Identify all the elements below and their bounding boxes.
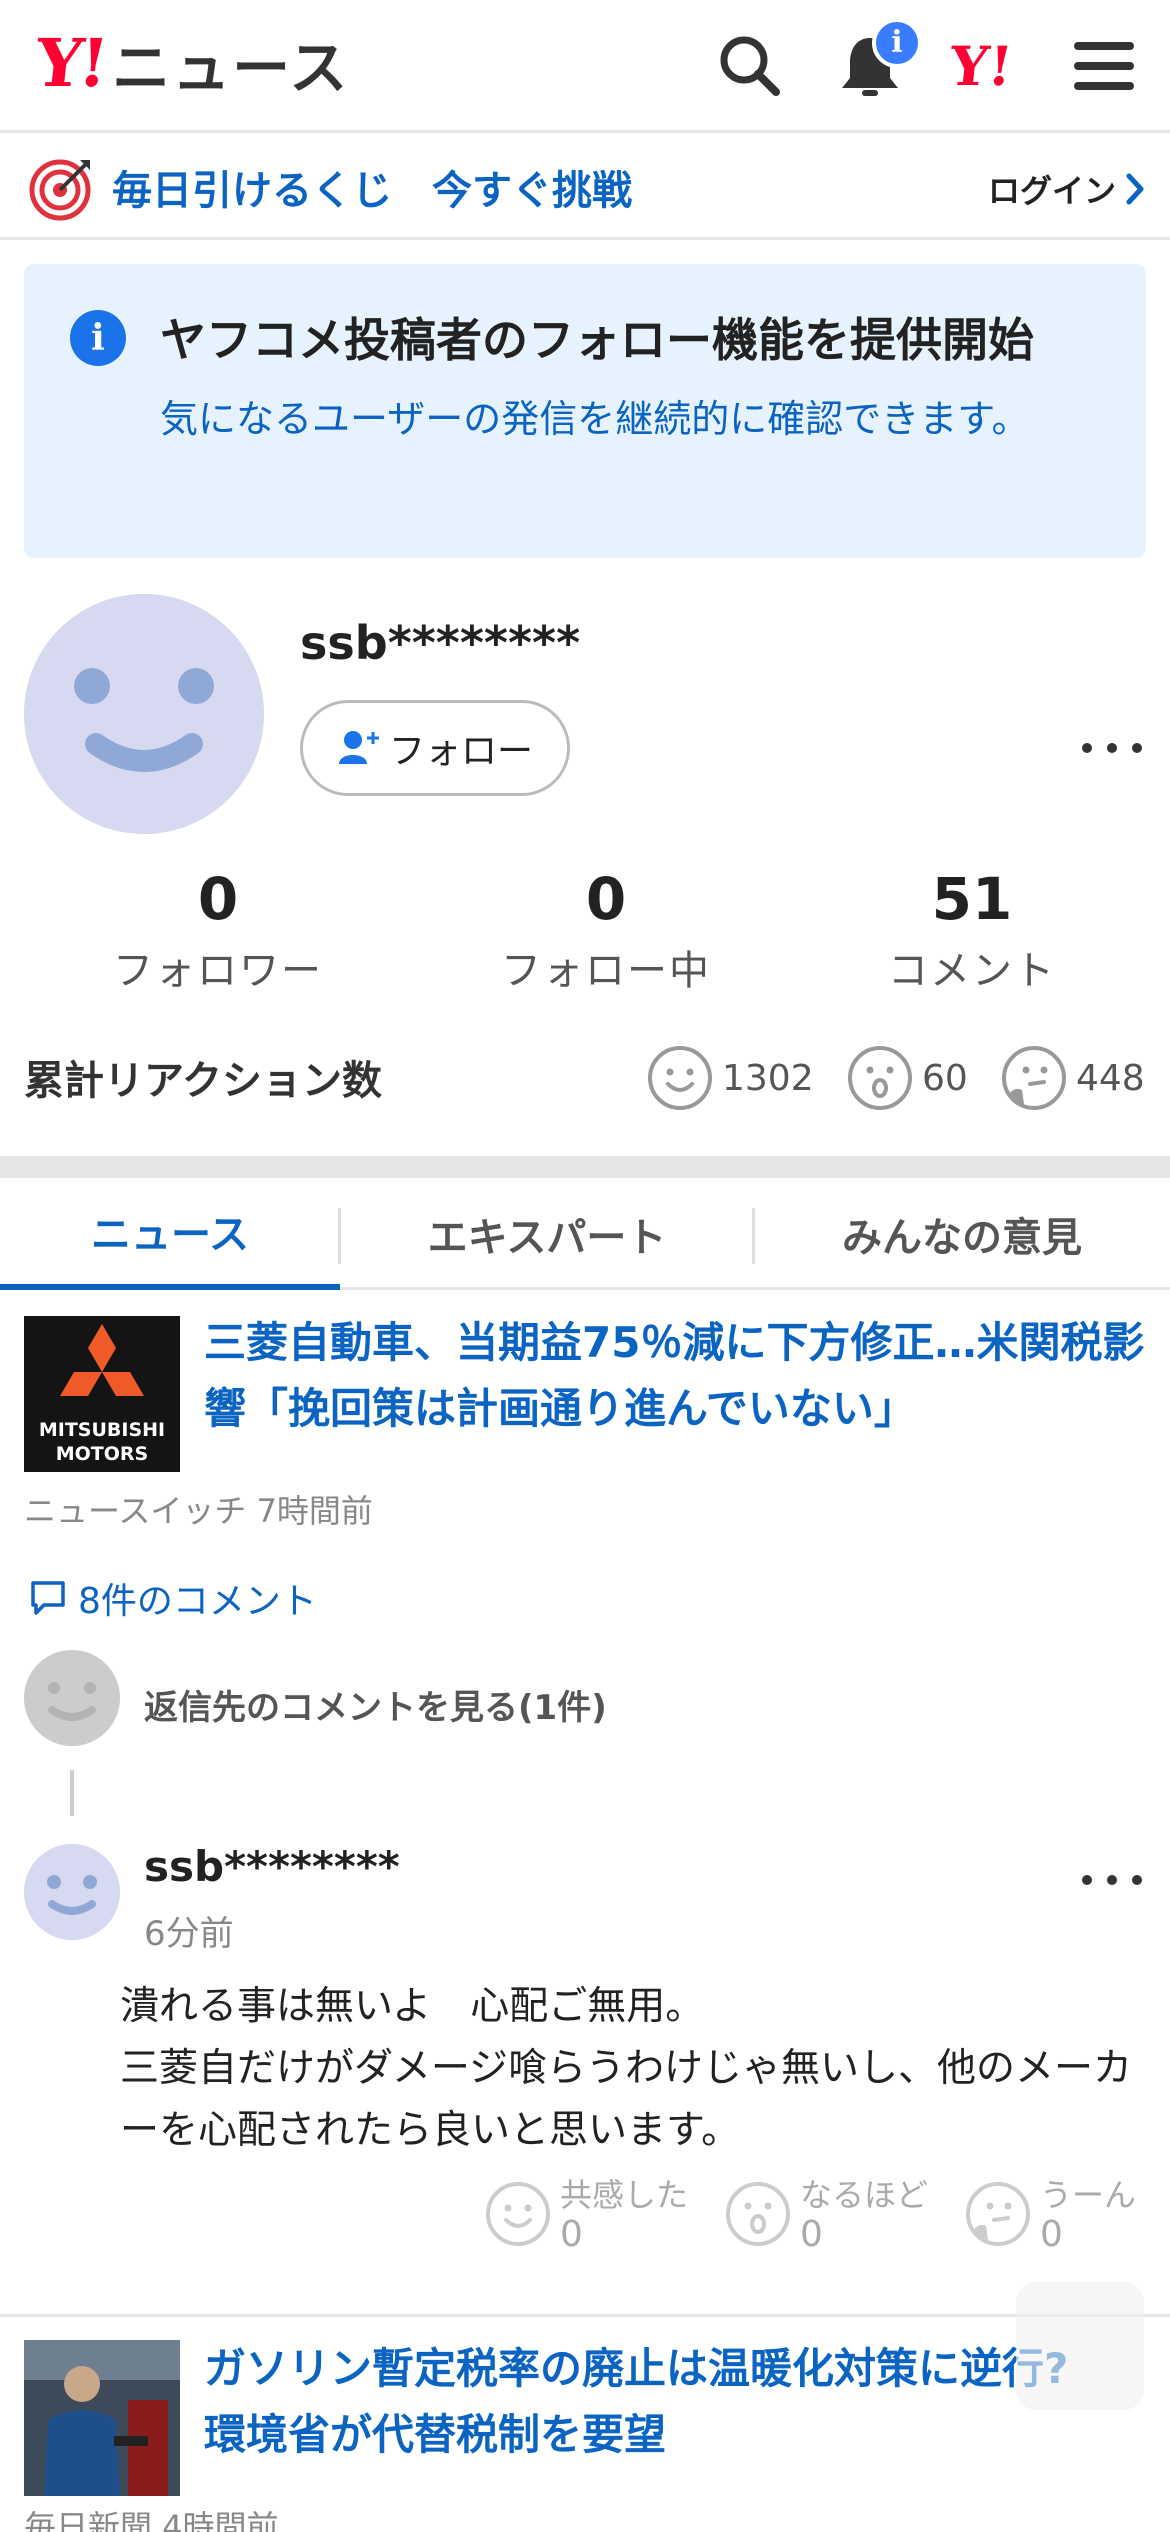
thumb-text-line2: MOTORS [55, 1443, 149, 1465]
promo-text[interactable]: 毎日引けるくじ 今すぐ挑戦 [112, 158, 632, 216]
smile-icon [486, 2182, 550, 2246]
empathize-label: 共感した [560, 2176, 689, 2214]
comment-username[interactable]: ssb******** [144, 1842, 400, 1891]
hmm-count: 0 [1040, 2214, 1063, 2255]
comment-body: 潰れる事は無いよ 心配ご無用。 三菱自だけがダメージ喰らうわけじゃ無いし、他のメ… [120, 1976, 1150, 2162]
comments-count: 51 [931, 865, 1013, 933]
thinking-icon [966, 2182, 1030, 2246]
login-label: ログイン [987, 172, 1116, 210]
reaction-surprised-total: 60 [846, 1044, 968, 1112]
comment-avatar [24, 1844, 120, 1940]
follow-button[interactable]: フォロー [300, 700, 570, 796]
section-divider [0, 1156, 1170, 1178]
comments-link-label: 8件のコメント [78, 1581, 317, 1622]
comments-label: コメント [888, 948, 1056, 994]
following-count: 0 [585, 865, 627, 933]
notice-title: ヤフコメ投稿者のフォロー機能を提供開始 [160, 313, 1034, 367]
comment-body-line2: 三菱自だけがダメージ喰らうわけじゃ無いし、他のメーカーを心配されたら良いと思いま… [120, 2046, 1133, 2153]
tab-expert[interactable]: エキスパート [340, 1178, 754, 1290]
reaction-smile-total: 1302 [646, 1044, 814, 1112]
article-thumbnail[interactable]: MITSUBISHI MOTORS [24, 1316, 180, 1472]
follow-label: フォロー [388, 731, 533, 772]
article-meta: ニュースイッチ 7時間前 [24, 1492, 373, 1530]
followers-count: 0 [197, 865, 239, 933]
followers-stat[interactable]: 0 フォロワー [68, 864, 368, 996]
empathize-reaction-button[interactable]: 共感した 0 [484, 2170, 704, 2260]
surprised-count: 60 [922, 1057, 968, 1099]
target-icon [29, 159, 91, 221]
app-header: Y! ニュース i Y! [0, 0, 1170, 133]
reply-parent-avatar [24, 1650, 120, 1746]
yahoo-account-icon[interactable]: Y! [947, 34, 1016, 98]
logo-text: ニュース [112, 34, 350, 102]
gas-station-photo-icon [24, 2340, 180, 2496]
view-parent-comment-link[interactable]: 返信先のコメントを見る(1件) [144, 1680, 607, 1729]
following-label: フォロー中 [501, 948, 711, 994]
hmm-reaction-button[interactable]: うーん 0 [964, 2170, 1164, 2260]
thread-line [70, 1770, 74, 1816]
agree-count: 0 [800, 2214, 823, 2255]
article-thumbnail-2[interactable] [24, 2340, 180, 2496]
followers-label: フォロワー [113, 948, 323, 994]
following-stat[interactable]: 0 フォロー中 [456, 864, 756, 996]
comment-more-icon[interactable] [1082, 1870, 1142, 1890]
thumb-text-line1: MITSUBISHI [38, 1419, 166, 1441]
comments-link[interactable]: 8件のコメント [28, 1572, 317, 1624]
agree-label: なるほど [800, 2176, 929, 2214]
profile-more-icon[interactable] [1082, 738, 1142, 758]
surprised-icon [726, 2182, 790, 2246]
search-icon[interactable] [714, 30, 786, 102]
user-avatar [24, 594, 264, 834]
comment-body-line1: 潰れる事は無いよ 心配ご無用。 [120, 1984, 705, 2029]
article-meta-2: 毎日新聞 4時間前 [24, 2508, 279, 2532]
total-reactions-label: 累計リアクション数 [24, 1058, 382, 1104]
thinking-count: 448 [1076, 1057, 1145, 1099]
comment-bubble-icon [31, 1581, 65, 1615]
comments-stat[interactable]: 51 コメント [822, 864, 1122, 996]
notification-badge[interactable]: i [872, 18, 922, 68]
tab-news[interactable]: ニュース [0, 1178, 340, 1290]
hmm-label: うーん [1040, 2176, 1137, 2214]
chevron-right-icon [1126, 173, 1144, 205]
add-user-icon [338, 731, 379, 764]
scroll-to-top-button[interactable] [1016, 2282, 1144, 2410]
article-title-2[interactable]: ガソリン暫定税率の廃止は温暖化対策に逆行? 環境省が代替税制を要望 [204, 2336, 1110, 2468]
menu-icon[interactable] [1068, 30, 1140, 102]
follow-feature-notice: i ヤフコメ投稿者のフォロー機能を提供開始 気になるユーザーの発信を継続的に確認… [24, 264, 1146, 558]
agree-reaction-button[interactable]: なるほど 0 [724, 2170, 944, 2260]
content-tabs: ニュース エキスパート みんなの意見 [0, 1178, 1170, 1290]
notice-body[interactable]: 気になるユーザーの発信を継続的に確認できます。 [160, 388, 1040, 450]
thinking-icon [1002, 1046, 1066, 1110]
login-link[interactable]: ログイン [988, 166, 1146, 212]
tab-opinions[interactable]: みんなの意見 [754, 1178, 1170, 1290]
yahoo-logo-mark: Y! [31, 24, 109, 102]
info-icon: i [70, 310, 126, 366]
yahoo-news-logo[interactable]: Y! ニュース [32, 24, 349, 102]
smile-icon [648, 1046, 712, 1110]
article-title[interactable]: 三菱自動車、当期益75％減に下方修正…米関税影響「挽回策は計画通り進んでいない」 [204, 1310, 1154, 1442]
profile-username: ssb******** [300, 616, 581, 670]
reaction-thinking-total: 448 [1000, 1044, 1145, 1112]
lottery-promo-bar[interactable]: 毎日引けるくじ 今すぐ挑戦 ログイン [0, 136, 1170, 240]
surprised-icon [848, 1046, 912, 1110]
comment-timestamp: 6分前 [144, 1914, 234, 1954]
empathize-count: 0 [560, 2214, 583, 2255]
article-separator [0, 2314, 1170, 2317]
smile-count: 1302 [722, 1057, 814, 1099]
